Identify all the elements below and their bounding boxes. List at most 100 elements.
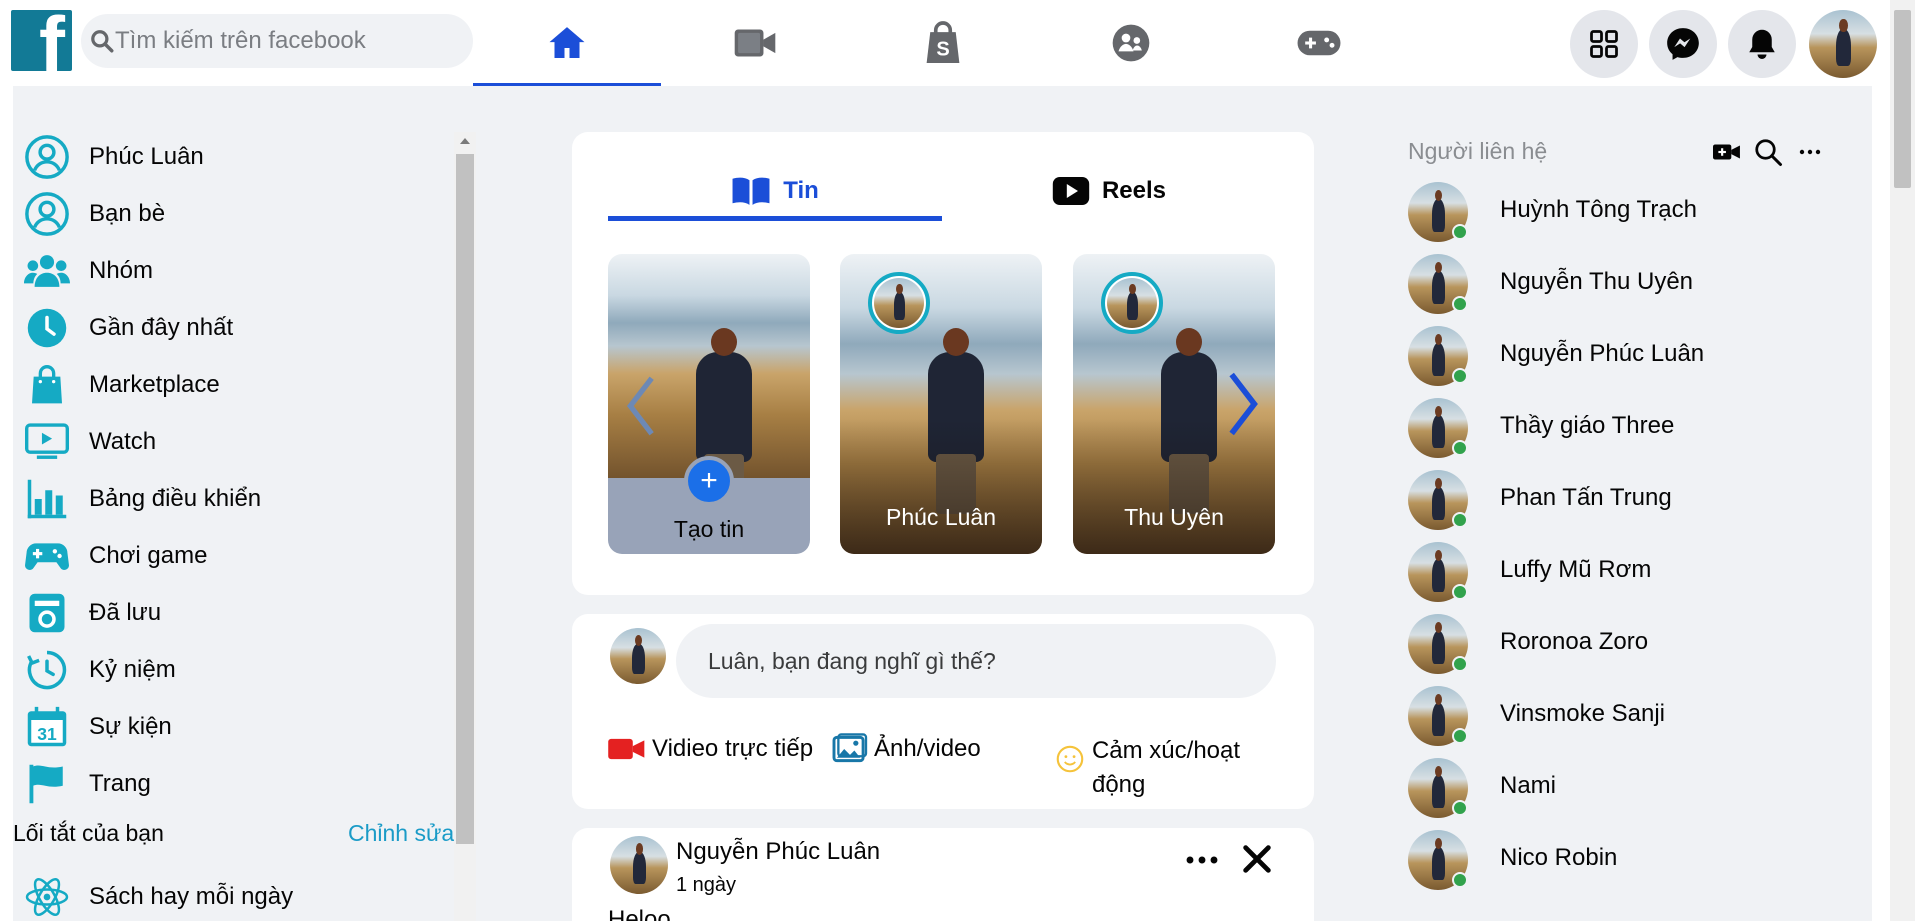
video-icon <box>734 29 776 57</box>
sidebar-item-saved[interactable]: Đã lưu <box>13 586 433 640</box>
sidebar-item-groups[interactable]: Nhóm <box>13 244 433 298</box>
online-status-dot <box>1452 656 1468 672</box>
facebook-logo[interactable]: f <box>11 10 72 71</box>
contact-name: Nguyễn Phúc Luân <box>1500 340 1705 367</box>
sidebar-item-label: Đã lưu <box>89 599 162 626</box>
page-scrollbar[interactable] <box>1890 0 1915 921</box>
story-avatar <box>1101 272 1163 334</box>
groups-icon <box>1112 24 1150 62</box>
tab-gaming[interactable] <box>1225 0 1413 86</box>
search-box[interactable] <box>81 14 473 68</box>
sidebar-item-events[interactable]: 31 Sự kiện <box>13 700 433 754</box>
contact-item[interactable]: Nico Robin <box>1408 830 1848 890</box>
post-author-name[interactable]: Nguyễn Phúc Luân <box>676 838 880 866</box>
sidebar-item-dashboard[interactable]: Bảng điều khiển <box>13 472 433 526</box>
sidebar-item-label: Marketplace <box>89 371 220 398</box>
shortcut-item-label: Sách hay mỗi ngày <box>89 883 294 910</box>
feeling-activity-button[interactable]: Cảm xúc/hoạt động <box>1056 734 1286 802</box>
shortcut-item[interactable]: Sách hay mỗi ngày <box>13 870 433 921</box>
sidebar-item-label: Watch <box>89 428 157 455</box>
sidebar-item-label: Gần đây nhất <box>89 314 234 341</box>
create-story-card[interactable]: + Tạo tin <box>608 254 810 554</box>
tab-home[interactable] <box>473 0 661 86</box>
post-text: Heloo <box>608 906 671 921</box>
contact-item[interactable]: Roronoa Zoro <box>1408 614 1848 674</box>
friends-icon <box>22 189 72 239</box>
contact-name: Vinsmoke Sanji <box>1500 700 1665 727</box>
contact-name: Roronoa Zoro <box>1500 628 1649 655</box>
sidebar-item-profile[interactable]: Phúc Luân <box>13 130 433 184</box>
live-video-button[interactable]: Vidieo trực tiếp <box>608 732 813 766</box>
plus-icon[interactable]: + <box>684 456 734 506</box>
online-status-dot <box>1452 800 1468 816</box>
gamepad-icon <box>1297 30 1341 56</box>
shortcuts-edit-link[interactable]: Chỉnh sửa <box>348 820 454 847</box>
sidebar-item-label: Bạn bè <box>89 200 166 227</box>
contact-item[interactable]: Nguyễn Phúc Luân <box>1408 326 1848 386</box>
sidebar-item-marketplace[interactable]: Marketplace <box>13 358 433 412</box>
svg-text:S: S <box>936 39 949 61</box>
sidebar-item-label: Chơi game <box>89 542 208 569</box>
search-icon <box>91 30 114 53</box>
contact-name: Nami <box>1500 772 1557 799</box>
post-timestamp[interactable]: 1 ngày <box>676 874 736 897</box>
tab-groups[interactable] <box>1037 0 1225 86</box>
tv-play-icon <box>22 417 72 467</box>
contact-item[interactable]: Nami <box>1408 758 1848 818</box>
stories-card: Tin Reels + Tạo tin Phúc Luân Thu Uyên <box>572 132 1314 595</box>
tab-reels[interactable]: Reels <box>942 156 1276 226</box>
contact-item[interactable]: Vinsmoke Sanji <box>1408 686 1848 746</box>
sidebar-item-memories[interactable]: Kỷ niệm <box>13 643 433 697</box>
play-icon <box>1052 177 1090 205</box>
more-options-icon[interactable] <box>1796 140 1824 164</box>
svg-text:31: 31 <box>37 724 57 744</box>
top-navbar: f S <box>0 0 1890 86</box>
scrollbar-thumb[interactable] <box>456 154 474 844</box>
smiley-icon <box>1056 745 1084 773</box>
story-avatar <box>868 272 930 334</box>
tab-video[interactable] <box>661 0 849 86</box>
home-icon <box>549 27 585 58</box>
contact-item[interactable]: Nguyễn Thu Uyên <box>1408 254 1848 314</box>
menu-button[interactable] <box>1570 10 1638 78</box>
online-status-dot <box>1452 440 1468 456</box>
contact-item[interactable]: Phan Tấn Trung <box>1408 470 1848 530</box>
user-circle-icon <box>22 132 72 182</box>
post-composer: Vidieo trực tiếp Ảnh/video Cảm xúc/hoạt … <box>572 614 1314 809</box>
saved-icon <box>22 588 72 638</box>
sidebar-item-recent[interactable]: Gần đây nhất <box>13 301 433 355</box>
contact-name: Huỳnh Tông Trạch <box>1500 196 1698 223</box>
notifications-button[interactable] <box>1728 10 1796 78</box>
chevron-left-icon[interactable] <box>626 374 656 438</box>
search-input[interactable] <box>115 24 455 58</box>
online-status-dot <box>1452 224 1468 240</box>
sidebar-scrollbar[interactable] <box>454 132 476 921</box>
sidebar-item-watch[interactable]: Watch <box>13 415 433 469</box>
contact-item[interactable]: Luffy Mũ Rơm <box>1408 542 1848 602</box>
online-status-dot <box>1452 296 1468 312</box>
new-room-icon[interactable] <box>1713 140 1741 164</box>
scrollbar-thumb[interactable] <box>1894 10 1911 188</box>
more-options-icon[interactable] <box>1184 842 1220 878</box>
story-card[interactable]: Thu Uyên <box>1073 254 1275 554</box>
online-status-dot <box>1452 728 1468 744</box>
composer-input[interactable] <box>676 624 1276 698</box>
active-tab-indicator <box>608 216 942 221</box>
sidebar-item-pages[interactable]: Trang <box>13 757 433 811</box>
messenger-button[interactable] <box>1649 10 1717 78</box>
photo-video-button[interactable]: Ảnh/video <box>832 732 981 766</box>
memories-icon <box>22 645 72 695</box>
sidebar-item-friends[interactable]: Bạn bè <box>13 187 433 241</box>
contact-name: Thầy giáo Three <box>1500 412 1675 439</box>
post-author-avatar[interactable] <box>610 836 668 894</box>
contact-item[interactable]: Huỳnh Tông Trạch <box>1408 182 1848 242</box>
chevron-right-icon[interactable] <box>1225 370 1261 438</box>
close-icon[interactable] <box>1240 842 1274 876</box>
profile-avatar[interactable] <box>1809 10 1877 78</box>
search-icon[interactable] <box>1753 136 1783 168</box>
story-card[interactable]: Phúc Luân <box>840 254 1042 554</box>
sidebar-item-gaming[interactable]: Chơi game <box>13 529 433 583</box>
react-atom-icon <box>22 872 72 921</box>
tab-marketplace[interactable]: S <box>849 0 1037 86</box>
contact-item[interactable]: Thầy giáo Three <box>1408 398 1848 458</box>
